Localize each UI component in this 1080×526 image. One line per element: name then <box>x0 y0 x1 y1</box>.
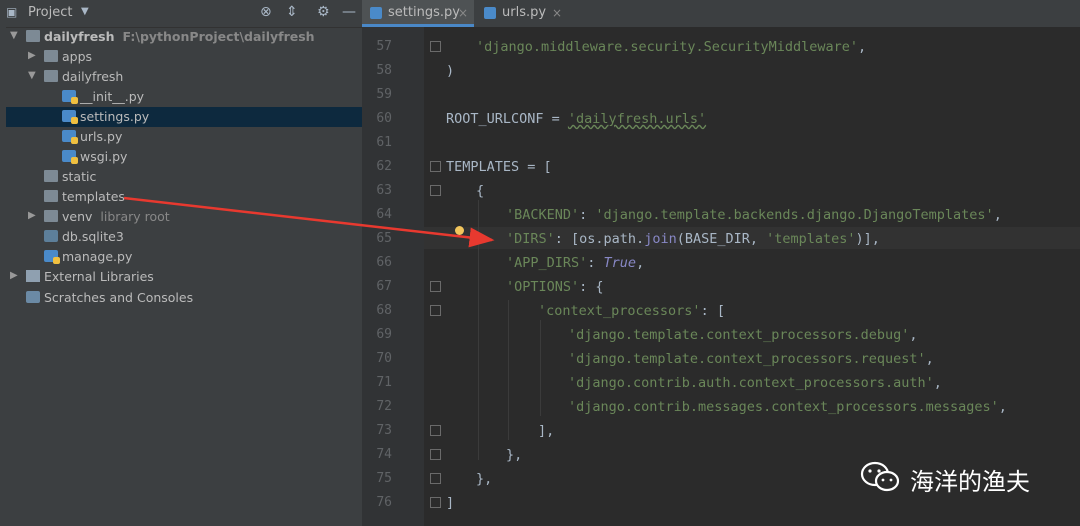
annotation-arrow <box>123 196 495 248</box>
wechat-watermark: 海洋的渔夫 <box>860 458 1070 498</box>
watermark-text: 海洋的渔夫 <box>910 468 1030 496</box>
wechat-icon <box>860 461 900 492</box>
